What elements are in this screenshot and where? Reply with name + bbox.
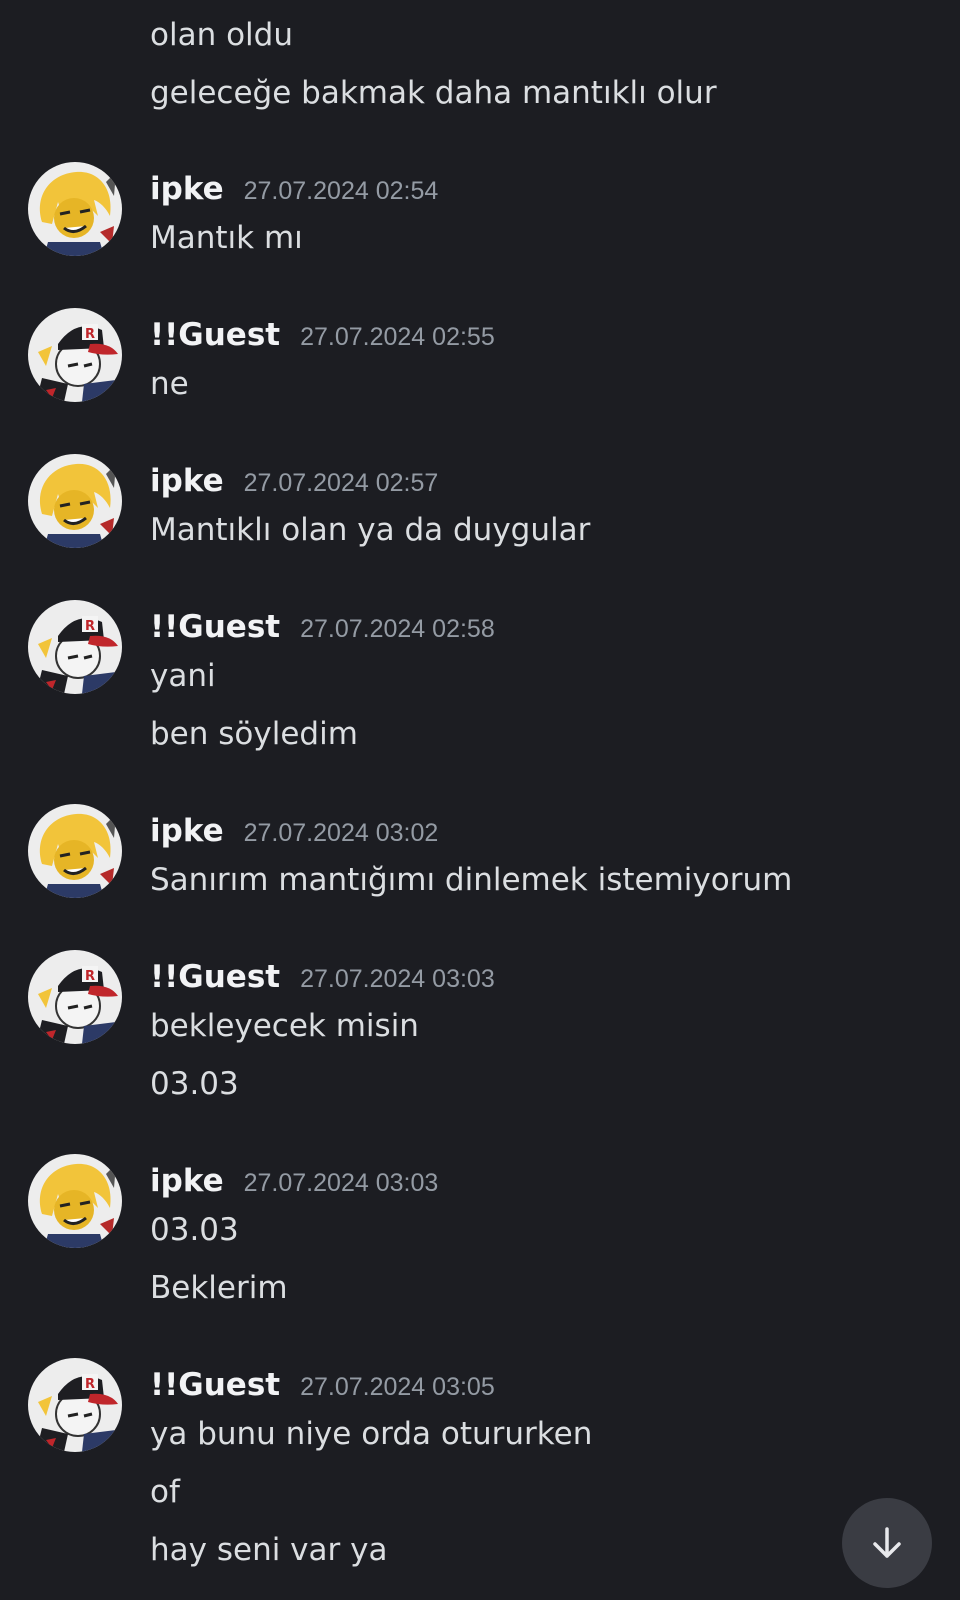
message-text: 03.03: [150, 1212, 239, 1248]
user-avatar-ipke[interactable]: [28, 1154, 122, 1248]
message-header: ipke 27.07.2024 02:57: [150, 461, 438, 501]
svg-text:R: R: [85, 619, 95, 634]
ipke-avatar-image: [28, 162, 122, 256]
guest-avatar-image: R: [28, 308, 122, 402]
timestamp: 27.07.2024 03:02: [243, 819, 439, 847]
message-text: Beklerim: [150, 1270, 288, 1306]
author-name[interactable]: !!Guest: [150, 1365, 280, 1405]
message-text: geleceğe bakmak daha mantıklı olur: [150, 75, 717, 111]
message-text: of: [150, 1474, 180, 1510]
timestamp: 27.07.2024 03:03: [243, 1169, 439, 1197]
scroll-to-bottom-button[interactable]: [842, 1498, 932, 1588]
author-name[interactable]: ipke: [150, 811, 224, 851]
user-avatar-ipke[interactable]: [28, 454, 122, 548]
timestamp: 27.07.2024 02:57: [243, 469, 439, 497]
guest-avatar-image: R: [28, 950, 122, 1044]
svg-text:R: R: [85, 969, 95, 984]
author-name[interactable]: !!Guest: [150, 607, 280, 647]
guest-avatar-image: R: [28, 600, 122, 694]
message-header: !!Guest 27.07.2024 02:55: [150, 315, 495, 355]
message-text: ne: [150, 366, 189, 402]
timestamp: 27.07.2024 03:05: [300, 1373, 495, 1401]
author-name[interactable]: ipke: [150, 461, 224, 501]
message-text: yani: [150, 658, 216, 694]
message-header: !!Guest 27.07.2024 03:03: [150, 957, 495, 997]
message-text: ben söyledim: [150, 716, 358, 752]
message-text: bekleyecek misin: [150, 1008, 419, 1044]
author-name[interactable]: ipke: [150, 169, 224, 209]
ipke-avatar-image: [28, 454, 122, 548]
user-avatar-guest[interactable]: R: [28, 600, 122, 694]
chat-message-list: olan oldu geleceğe bakmak daha mantıklı …: [0, 0, 960, 1600]
user-avatar-guest[interactable]: R: [28, 950, 122, 1044]
timestamp: 27.07.2024 02:54: [243, 177, 439, 205]
message-header: ipke 27.07.2024 02:54: [150, 169, 438, 209]
author-name[interactable]: !!Guest: [150, 315, 280, 355]
message-text: olan oldu: [150, 17, 293, 53]
author-name[interactable]: !!Guest: [150, 957, 280, 997]
svg-text:R: R: [85, 1377, 95, 1392]
message-text: hay seni var ya: [150, 1532, 388, 1568]
message-text: Sanırım mantığımı dinlemek istemiyorum: [150, 862, 793, 898]
message-header: !!Guest 27.07.2024 02:58: [150, 607, 495, 647]
ipke-avatar-image: [28, 804, 122, 898]
user-avatar-guest[interactable]: R: [28, 1358, 122, 1452]
guest-avatar-image: R: [28, 1358, 122, 1452]
user-avatar-ipke[interactable]: [28, 804, 122, 898]
user-avatar-ipke[interactable]: [28, 162, 122, 256]
timestamp: 27.07.2024 02:58: [300, 615, 495, 643]
message-text: ya bunu niye orda otururken: [150, 1416, 593, 1452]
author-name[interactable]: ipke: [150, 1161, 224, 1201]
message-text: Mantık mı: [150, 220, 303, 256]
svg-text:R: R: [85, 327, 95, 342]
user-avatar-guest[interactable]: R: [28, 308, 122, 402]
message-header: ipke 27.07.2024 03:02: [150, 811, 438, 851]
message-text: 03.03: [150, 1066, 239, 1102]
message-header: ipke 27.07.2024 03:03: [150, 1161, 438, 1201]
message-text: Mantıklı olan ya da duygular: [150, 512, 591, 548]
timestamp: 27.07.2024 03:03: [300, 965, 495, 993]
ipke-avatar-image: [28, 1154, 122, 1248]
arrow-down-icon: [873, 1527, 901, 1558]
timestamp: 27.07.2024 02:55: [300, 323, 495, 351]
message-header: !!Guest 27.07.2024 03:05: [150, 1365, 495, 1405]
